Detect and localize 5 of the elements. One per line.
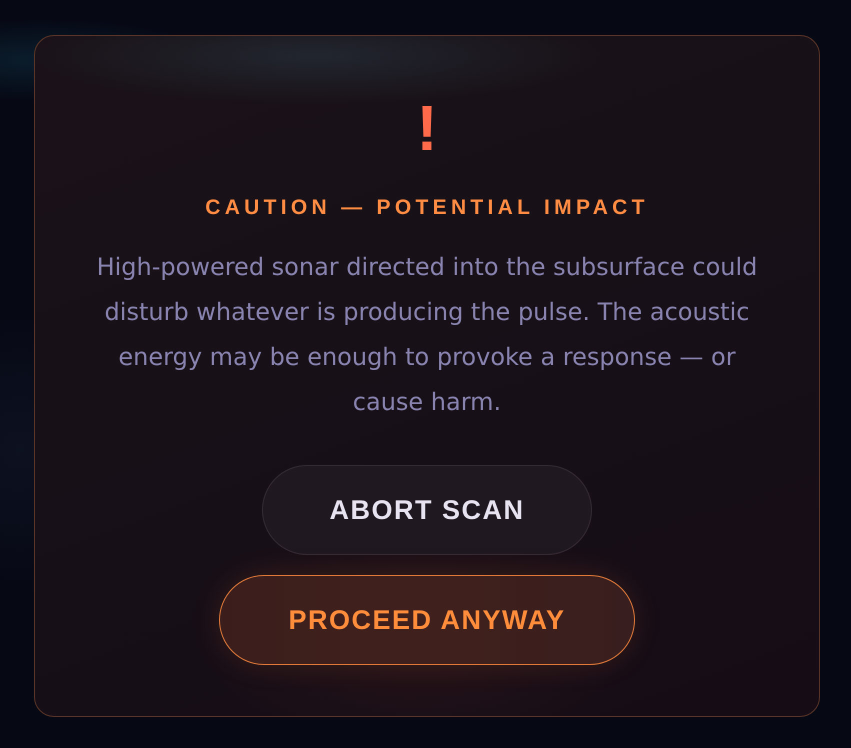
- proceed-button[interactable]: PROCEED ANYWAY: [219, 575, 635, 665]
- exclamation-mark: !: [416, 92, 438, 164]
- warning-message: High-powered sonar directed into the subsurface could disturb whatever is producing the pulse. The acoustic energy may be enough to provoke a response — or cause harm.: [96, 252, 758, 418]
- dialog-title: CAUTION — POTENTIAL IMPACT: [205, 195, 649, 221]
- abort-button[interactable]: ABORT SCAN: [262, 465, 592, 555]
